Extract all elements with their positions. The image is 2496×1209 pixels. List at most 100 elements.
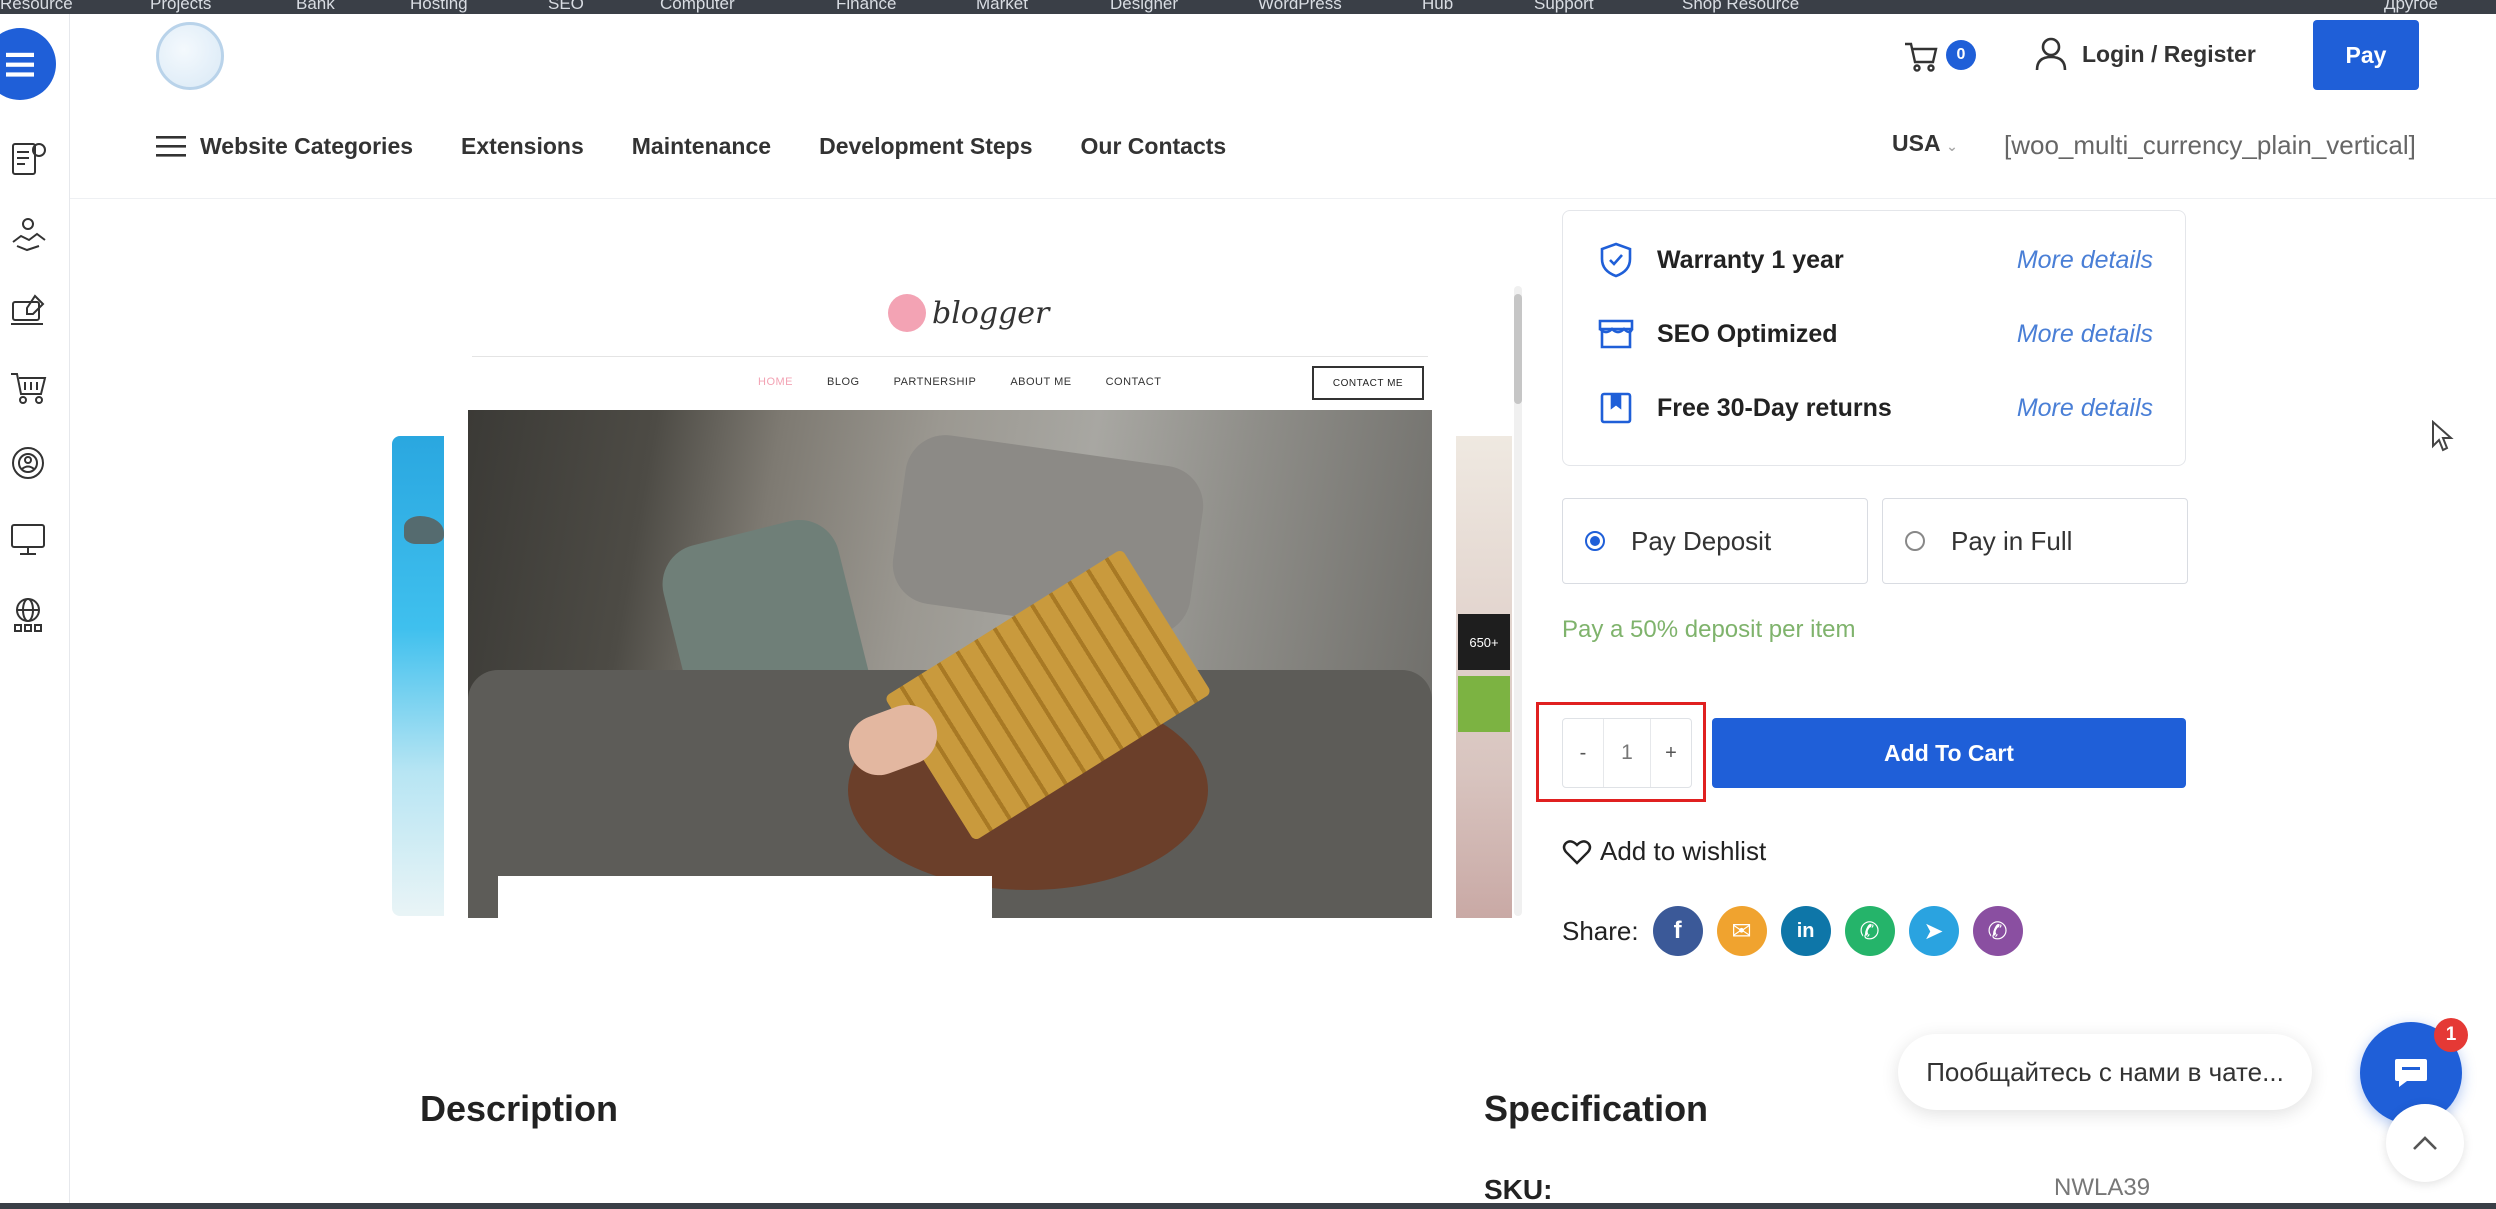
whatsapp-icon[interactable]: ✆ xyxy=(1844,906,1895,956)
feature-label: Warranty 1 year xyxy=(1657,245,1844,274)
preview-side-badge: 650+ xyxy=(1458,614,1510,670)
heart-icon xyxy=(1562,839,1592,865)
website-categories-label: Website Categories xyxy=(200,132,414,159)
handshake-icon[interactable] xyxy=(0,210,56,260)
top-strip-item[interactable]: Shop Resource xyxy=(1682,0,1799,14)
scroll-to-top-button[interactable] xyxy=(2386,1104,2464,1182)
top-strip-item[interactable]: Resource xyxy=(0,0,73,14)
quantity-decrease-button[interactable]: - xyxy=(1563,719,1603,787)
feature-label: SEO Optimized xyxy=(1657,319,1838,348)
share-label: Share: xyxy=(1562,915,1639,946)
top-strip-item[interactable]: Projects xyxy=(150,0,211,14)
wishlist-label: Add to wishlist xyxy=(1600,836,1767,866)
chat-prompt-bubble[interactable]: Пообщайтесь с нами в чате... xyxy=(1898,1034,2312,1110)
preview-slide-next[interactable]: 650+ xyxy=(1456,436,1512,918)
top-strip-item[interactable]: Finance xyxy=(836,0,896,14)
top-strip-item[interactable]: SEO xyxy=(548,0,584,14)
support-agent-icon[interactable] xyxy=(0,438,56,488)
scrollbar-thumb[interactable] xyxy=(1514,294,1522,404)
preview-slide-current[interactable]: blogger HOME BLOG PARTNERSHIP ABOUT ME C… xyxy=(468,282,1432,918)
hamburger-icon xyxy=(156,136,186,157)
more-details-link[interactable]: More details xyxy=(2017,246,2153,275)
top-strip-item[interactable]: Market xyxy=(976,0,1028,14)
nav-divider xyxy=(70,198,2496,199)
email-icon[interactable]: ✉ xyxy=(1716,906,1767,956)
login-register-link[interactable]: Login / Register xyxy=(2034,34,2256,74)
monitor-icon[interactable] xyxy=(0,514,56,564)
top-strip-item[interactable]: Bank xyxy=(296,0,335,14)
preview-slide-previous[interactable] xyxy=(392,436,444,916)
pay-deposit-radio[interactable] xyxy=(1585,531,1605,551)
pay-button[interactable]: Pay xyxy=(2313,20,2419,90)
sku-value: NWLA39 xyxy=(2054,1174,2151,1201)
viber-icon[interactable]: ✆ xyxy=(1972,906,2023,956)
sidebar-menu-button[interactable] xyxy=(0,28,56,100)
browser-top-strip: Resource Projects Bank Hosting SEO Computer Fi… xyxy=(0,0,2496,14)
preview-side-lock-icon xyxy=(1458,676,1510,732)
preview-menu-about: ABOUT ME xyxy=(1010,376,1072,388)
preview-menu-partnership: PARTNERSHIP xyxy=(893,376,977,388)
blog-logo-mark-icon xyxy=(888,294,926,332)
top-strip-item[interactable]: Hosting xyxy=(410,0,468,14)
pay-in-full-label: Pay in Full xyxy=(1951,525,2073,556)
globe-network-icon[interactable] xyxy=(0,590,56,640)
top-strip-item[interactable]: WordPress xyxy=(1258,0,1342,14)
edit-laptop-icon[interactable] xyxy=(0,286,56,336)
chevron-down-icon: ⌄ xyxy=(1946,138,1958,154)
left-sidebar xyxy=(0,14,70,1203)
preview-blog-header: blogger HOME BLOG PARTNERSHIP ABOUT ME C… xyxy=(468,282,1432,410)
preview-blog-logo-text: blogger xyxy=(932,295,1050,331)
menu-icon xyxy=(0,28,56,100)
product-features-box: Warranty 1 year More details SEO Optimiz… xyxy=(1562,210,2186,466)
sku-label: SKU: xyxy=(1484,1174,1553,1205)
site-logo[interactable] xyxy=(156,22,224,90)
preview-menu-home: HOME xyxy=(758,376,793,388)
preview-contact-button: CONTACT ME xyxy=(1312,366,1424,400)
pay-deposit-option[interactable]: Pay Deposit xyxy=(1562,498,1868,584)
top-strip-item[interactable]: Designer xyxy=(1110,0,1178,14)
pay-in-full-radio[interactable] xyxy=(1905,531,1925,551)
preview-menu-blog: BLOG xyxy=(827,376,860,388)
currency-selector[interactable]: USA ⌄ xyxy=(1892,130,1958,157)
preview-scrollbar[interactable] xyxy=(1514,286,1522,916)
quantity-increase-button[interactable]: + xyxy=(1651,719,1691,787)
nav-item-development-steps[interactable]: Development Steps xyxy=(819,133,1032,160)
facebook-icon[interactable]: f xyxy=(1652,906,1703,956)
price-list-icon[interactable] xyxy=(0,134,56,184)
more-details-link[interactable]: More details xyxy=(2017,394,2153,423)
preview-menu-contact: CONTACT xyxy=(1105,376,1162,388)
telegram-icon[interactable]: ➤ xyxy=(1908,906,1959,956)
quantity-stepper[interactable]: - 1 + xyxy=(1562,718,1692,788)
pay-in-full-option[interactable]: Pay in Full xyxy=(1882,498,2188,584)
top-strip-item[interactable]: Computer xyxy=(660,0,735,14)
user-icon xyxy=(2035,37,2067,71)
preview-blog-menu: HOME BLOG PARTNERSHIP ABOUT ME CONTACT xyxy=(758,376,1161,388)
shield-check-icon xyxy=(1597,241,1635,279)
cart-button[interactable]: 0 xyxy=(1902,36,1976,76)
pay-deposit-label: Pay Deposit xyxy=(1631,525,1772,556)
description-heading: Description xyxy=(420,1088,619,1129)
deposit-note: Pay a 50% deposit per item xyxy=(1562,616,1856,643)
chat-icon xyxy=(2395,1059,2427,1087)
quantity-input[interactable]: 1 xyxy=(1603,719,1651,787)
add-to-cart-button[interactable]: Add To Cart xyxy=(1712,718,2186,788)
share-bar: Share: f ✉ in ✆ ➤ ✆ xyxy=(1562,906,2023,956)
top-strip-item[interactable]: Hub xyxy=(1422,0,1453,14)
more-details-link[interactable]: More details xyxy=(2017,320,2153,349)
nav-item-maintenance[interactable]: Maintenance xyxy=(632,133,771,160)
website-categories-menu[interactable]: Website Categories xyxy=(156,133,413,160)
shopping-cart-icon[interactable] xyxy=(0,362,56,412)
top-strip-item[interactable]: Другое xyxy=(2384,0,2438,14)
top-strip-item[interactable]: Support xyxy=(1534,0,1594,14)
nav-item-our-contacts[interactable]: Our Contacts xyxy=(1081,133,1227,160)
storefront-icon xyxy=(1597,315,1635,353)
bookmark-box-icon xyxy=(1597,389,1635,427)
preview-blog-logo: blogger xyxy=(888,294,1049,332)
nav-item-extensions[interactable]: Extensions xyxy=(461,133,584,160)
linkedin-icon[interactable]: in xyxy=(1780,906,1831,956)
feature-row-warranty: Warranty 1 year More details xyxy=(1597,241,2153,279)
add-to-wishlist-link[interactable]: Add to wishlist xyxy=(1562,836,1766,867)
feature-row-returns: Free 30-Day returns More details xyxy=(1597,389,2153,427)
main-nav: Website Categories Extensions Maintenanc… xyxy=(156,128,1274,164)
currency-label: USA xyxy=(1892,130,1940,156)
